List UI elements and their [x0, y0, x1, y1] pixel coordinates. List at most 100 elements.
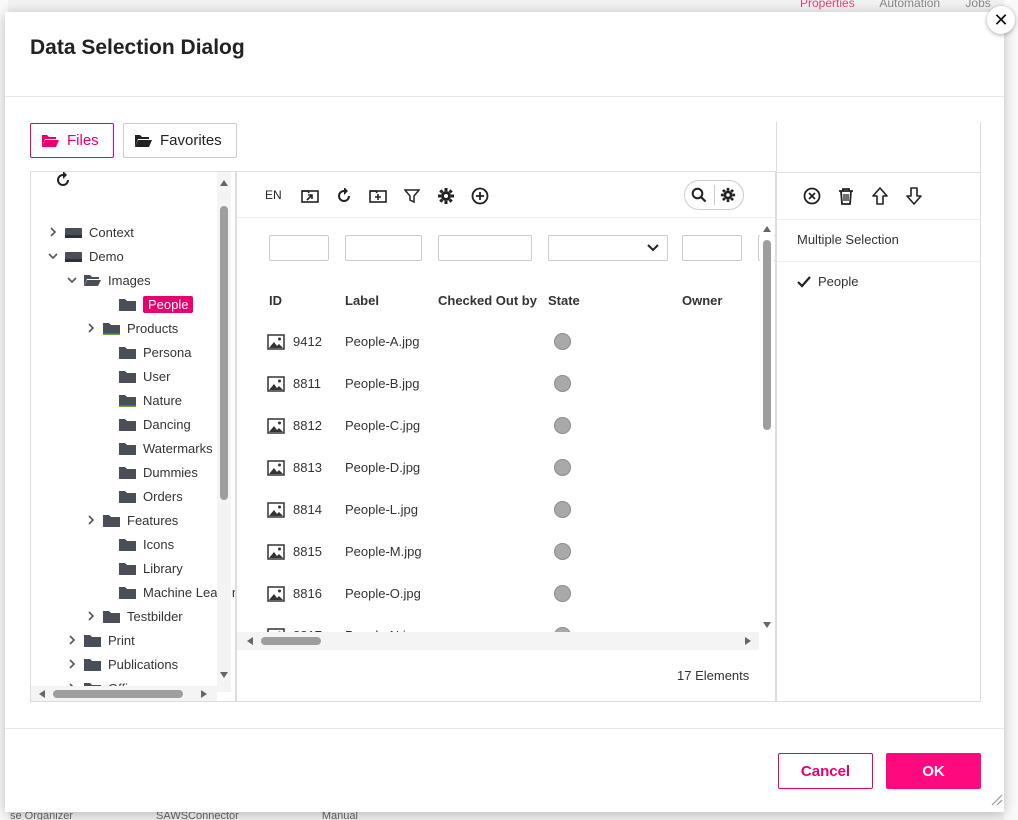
column-header-owner[interactable]: Owner [682, 293, 722, 308]
scroll-down-arrow-icon[interactable] [763, 622, 771, 628]
tree-item[interactable]: Demo [47, 246, 124, 266]
background-right-strip [1004, 0, 1018, 820]
ok-button[interactable]: OK [886, 753, 981, 789]
tree-item[interactable]: User [101, 366, 170, 386]
state-filter-select[interactable] [548, 235, 668, 261]
table-row[interactable]: 8814 People-L.jpg [237, 490, 757, 532]
scroll-up-arrow-icon[interactable] [220, 180, 228, 186]
chevron-right-icon[interactable] [66, 634, 78, 646]
table-row[interactable]: 8811 People-B.jpg [237, 364, 757, 406]
column-header-state[interactable]: State [548, 293, 580, 308]
arrow-up-icon[interactable] [870, 186, 890, 206]
tree-item[interactable]: Persona [101, 342, 191, 362]
cancel-button[interactable]: Cancel [778, 753, 873, 789]
tab-files[interactable]: Files [30, 123, 114, 158]
tree-item[interactable]: People [101, 294, 194, 314]
tree-horizontal-scroll-thumb[interactable] [53, 690, 183, 698]
table-row[interactable]: 8815 People-M.jpg [237, 532, 757, 574]
cell-label: People-O.jpg [345, 586, 421, 601]
column-header-label[interactable]: Label [345, 293, 379, 308]
tree-item[interactable]: Library [101, 558, 183, 578]
chevron-down-icon[interactable] [66, 274, 78, 286]
gear-icon[interactable] [719, 186, 737, 204]
tree-item-label: People [143, 295, 194, 313]
tree-item[interactable]: Testbilder [85, 606, 183, 626]
id-filter-input[interactable] [269, 235, 329, 261]
tab-favorites[interactable]: Favorites [123, 123, 237, 158]
table-row[interactable]: 8813 People-D.jpg [237, 448, 757, 490]
table-row[interactable]: 8812 People-C.jpg [237, 406, 757, 448]
cell-label: People-A.jpg [345, 334, 420, 349]
tree-item[interactable]: Nature [101, 390, 182, 410]
resize-grip-icon[interactable] [989, 792, 1003, 806]
table-row[interactable]: 8816 People-O.jpg [237, 574, 757, 616]
grid-vertical-scroll-thumb[interactable] [763, 240, 771, 430]
refresh-icon[interactable] [55, 172, 71, 188]
tree-item[interactable]: Publications [66, 654, 178, 674]
owner-filter-input[interactable] [682, 235, 742, 261]
tree-item-label: Print [108, 632, 135, 648]
add-circle-icon[interactable] [471, 187, 489, 205]
chevron-right-icon[interactable] [66, 658, 78, 670]
chevron-right-icon[interactable] [85, 322, 97, 334]
file-grid-panel: EN ID Label Checked Out by State Owner 9… [236, 171, 776, 702]
tree-item[interactable]: Images [66, 270, 151, 290]
folder-open-icon [84, 274, 101, 286]
cell-label: People-C.jpg [345, 418, 421, 433]
table-row[interactable]: 9412 People-A.jpg [237, 322, 757, 364]
tree-item[interactable]: Dancing [101, 414, 191, 434]
tree-vertical-scrollbar[interactable] [217, 172, 231, 692]
scroll-left-arrow-icon[interactable] [247, 637, 253, 645]
folder-icon [119, 442, 136, 455]
tree-item[interactable]: Dummies [101, 462, 198, 482]
gear-icon[interactable] [437, 187, 455, 205]
close-button[interactable]: ✕ [987, 6, 1015, 34]
refresh-icon[interactable] [335, 187, 353, 205]
column-header-id[interactable]: ID [269, 293, 282, 308]
tree-vertical-scroll-thumb[interactable] [220, 206, 228, 500]
scroll-right-arrow-icon[interactable] [201, 690, 207, 698]
arrow-down-icon[interactable] [904, 186, 924, 206]
column-header-checked-out-by[interactable]: Checked Out by [438, 293, 537, 308]
tree-item[interactable]: Print [66, 630, 135, 650]
scroll-down-arrow-icon[interactable] [220, 672, 228, 678]
grid-vertical-scrollbar[interactable] [760, 222, 774, 632]
search-icon[interactable] [690, 186, 708, 204]
folder-icon [119, 538, 136, 551]
chevron-right-icon[interactable] [47, 226, 59, 238]
image-icon [267, 544, 285, 560]
state-indicator [554, 417, 571, 434]
language-button[interactable]: EN [265, 188, 282, 202]
tree-item[interactable]: Machine Learning [101, 582, 235, 602]
trash-icon[interactable] [836, 186, 856, 206]
tree-item[interactable]: Features [85, 510, 178, 530]
selection-item[interactable]: People [797, 274, 858, 289]
cell-id: 8816 [293, 586, 322, 601]
tree-item[interactable]: Products [85, 318, 178, 338]
tree-item-label: Watermarks [143, 440, 213, 456]
state-indicator [554, 543, 571, 560]
folder-up-icon[interactable] [301, 187, 319, 205]
label-filter-input[interactable] [345, 235, 422, 261]
filter-icon[interactable] [403, 187, 421, 205]
remove-circle-icon[interactable] [802, 186, 822, 206]
tree-item[interactable]: Icons [101, 534, 174, 554]
chevron-right-icon[interactable] [85, 514, 97, 526]
state-indicator [554, 333, 571, 350]
checked-out-filter-input[interactable] [438, 235, 532, 261]
tree-item[interactable]: Orders [101, 486, 183, 506]
search-settings-pill [684, 180, 744, 210]
scroll-left-arrow-icon[interactable] [39, 690, 45, 698]
tree-horizontal-scrollbar[interactable] [31, 686, 217, 701]
grid-horizontal-scroll-thumb[interactable] [261, 637, 321, 645]
scroll-up-arrow-icon[interactable] [763, 226, 771, 232]
grid-horizontal-scrollbar[interactable] [237, 632, 759, 650]
chevron-right-icon[interactable] [85, 610, 97, 622]
scroll-right-arrow-icon[interactable] [745, 637, 751, 645]
new-folder-icon[interactable] [369, 187, 387, 205]
tree-item[interactable]: Watermarks [101, 438, 213, 458]
footer-divider [5, 728, 1004, 729]
tree-item[interactable]: Context [47, 222, 134, 242]
chevron-down-icon[interactable] [47, 250, 59, 262]
grid-toolbar: EN [237, 172, 775, 218]
